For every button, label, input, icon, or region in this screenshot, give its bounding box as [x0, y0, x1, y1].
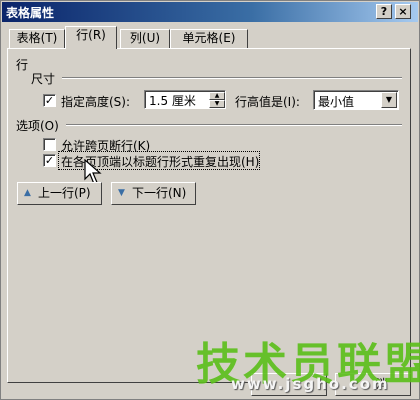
prev-row-label: 上一行(P): [38, 186, 91, 200]
row-section-title: 行: [16, 58, 29, 72]
size-divider: [62, 77, 402, 79]
height-value: 1.5 厘米: [149, 94, 196, 108]
prev-row-button[interactable]: ▲ 上一行(P): [17, 182, 102, 205]
watermark-url: www.jsgho.com: [231, 375, 390, 393]
allow-break-checkbox[interactable]: [43, 138, 56, 151]
specify-height-label: 指定高度(S):: [61, 95, 131, 109]
tab-cell[interactable]: 单元格(E): [170, 29, 248, 48]
next-row-label: 下一行(N): [132, 186, 187, 200]
next-row-button[interactable]: ▼ 下一行(N): [111, 182, 196, 205]
up-arrow-icon: ▲: [24, 188, 31, 198]
options-section-title: 选项(O): [16, 119, 59, 133]
options-divider: [66, 124, 402, 126]
window-title: 表格属性: [6, 6, 55, 20]
repeat-header-checkbox[interactable]: ✓: [43, 154, 56, 167]
chevron-down-icon[interactable]: ▼: [381, 92, 397, 108]
tab-column[interactable]: 列(U): [120, 29, 170, 48]
height-spinbox[interactable]: 1.5 厘米 ▲ ▼: [144, 90, 226, 109]
close-button[interactable]: ×: [395, 4, 411, 19]
title-bar: 表格属性 ? ×: [2, 2, 418, 22]
table-properties-dialog: 表格属性 ? × 表格(T) 行(R) 列(U) 单元格(E) 行 尺寸 ✓ 指…: [0, 0, 420, 400]
tab-row[interactable]: 行(R): [65, 26, 117, 49]
row-height-value: 最小值: [318, 95, 355, 109]
checkmark-icon: ✓: [44, 94, 55, 107]
row-height-dropdown[interactable]: 最小值 ▼: [313, 90, 399, 110]
help-button[interactable]: ?: [376, 4, 392, 19]
down-arrow-icon: ▼: [118, 188, 125, 198]
row-height-is-label: 行高值是(I):: [235, 95, 300, 109]
spin-up-icon[interactable]: ▲: [209, 92, 225, 100]
size-section-title: 尺寸: [31, 72, 56, 86]
specify-height-checkbox[interactable]: ✓: [43, 94, 56, 107]
checkmark-icon: ✓: [44, 154, 55, 167]
spin-down-icon[interactable]: ▼: [209, 100, 225, 108]
tab-table[interactable]: 表格(T): [9, 29, 65, 48]
